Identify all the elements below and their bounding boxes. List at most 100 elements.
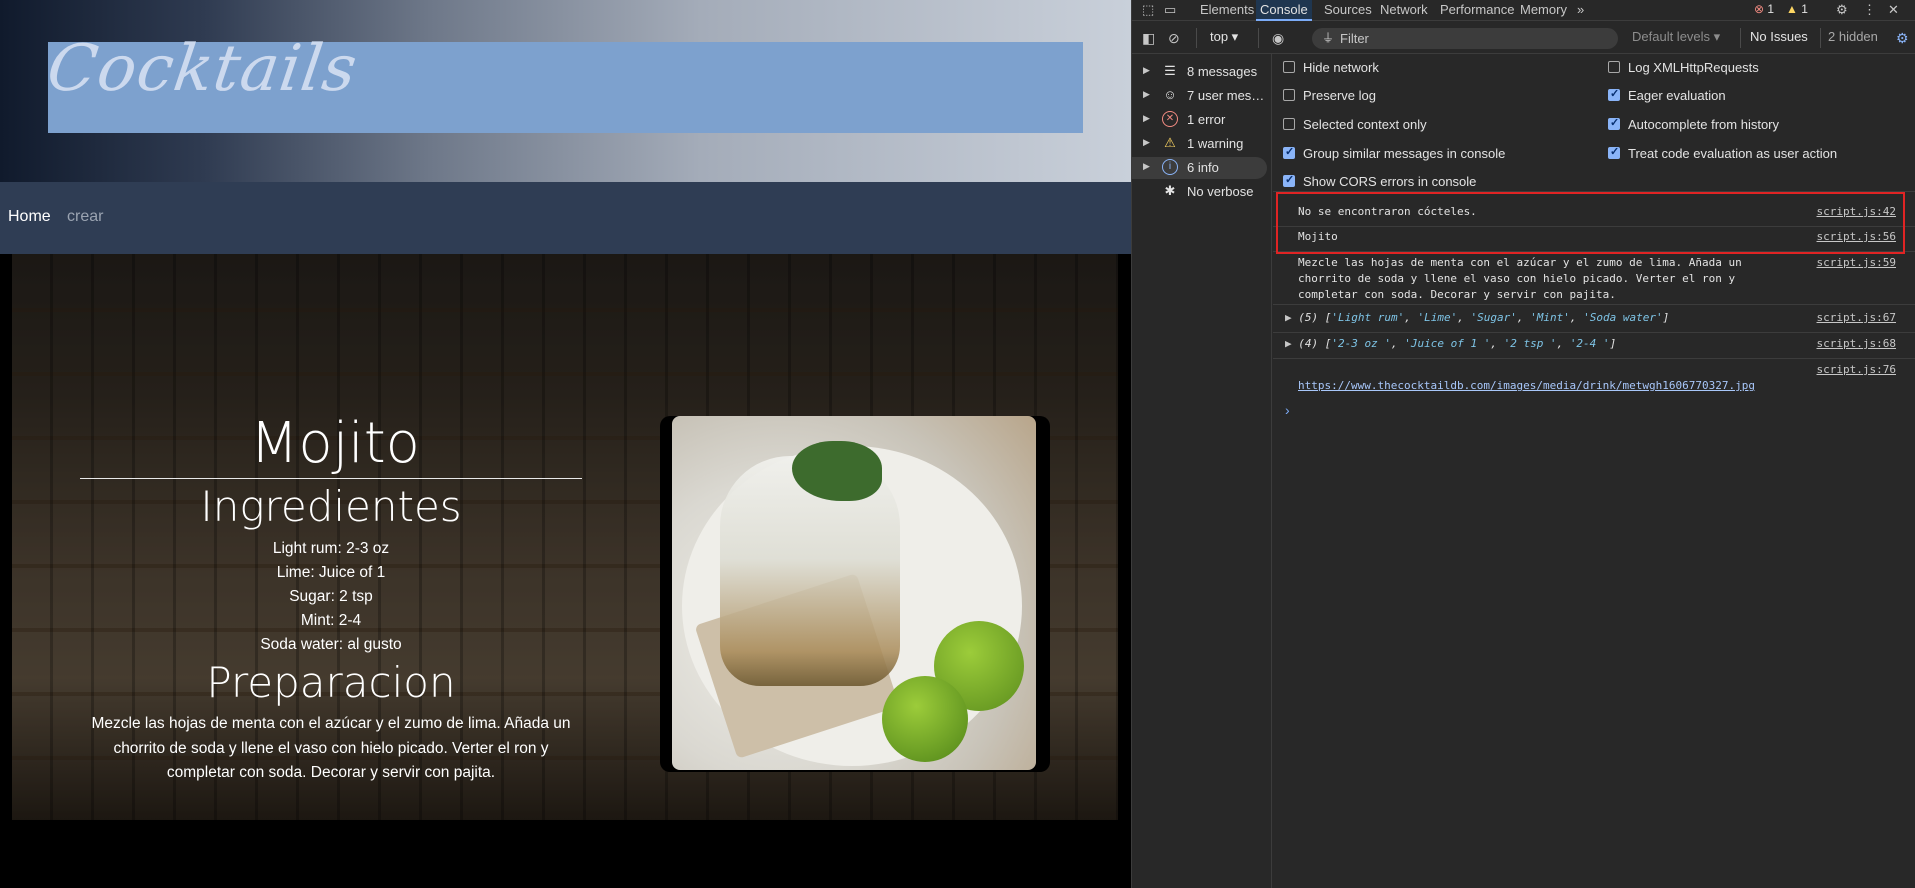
checkbox-box[interactable] bbox=[1608, 145, 1620, 159]
ingredient-item: Sugar: 2 tsp bbox=[289, 588, 373, 605]
filter-input[interactable]: ⏚ Filter bbox=[1312, 28, 1618, 49]
array-count: (4) bbox=[1298, 337, 1319, 350]
checkbox-box[interactable] bbox=[1608, 116, 1620, 130]
warning-count: 1 bbox=[1801, 2, 1808, 16]
site-logo[interactable]: Cocktails bbox=[43, 32, 362, 106]
expand-arrow-icon[interactable]: ▶ bbox=[1143, 161, 1150, 172]
array-item: 'Sugar' bbox=[1470, 311, 1517, 324]
array-item: 'Mint' bbox=[1530, 311, 1570, 324]
drink-image bbox=[672, 416, 1036, 770]
live-expression-eye-icon[interactable]: ◉ bbox=[1272, 30, 1284, 47]
array-item: '2 tsp ' bbox=[1503, 337, 1557, 350]
checkbox-label: Log XMLHttpRequests bbox=[1628, 60, 1759, 75]
sidebar-item-label: 6 info bbox=[1187, 160, 1219, 175]
drink-detail: Mojito Ingredientes Light rum: 2-3 oz Li… bbox=[12, 254, 1118, 820]
source-link[interactable]: script.js:59 bbox=[1817, 255, 1896, 271]
ingredients-list: Light rum: 2-3 oz Lime: Juice of 1 Sugar… bbox=[80, 537, 582, 657]
error-icon: ✕ bbox=[1162, 111, 1178, 127]
checkbox-box[interactable] bbox=[1283, 173, 1295, 187]
error-count-badge[interactable]: ⊗ 1 bbox=[1754, 2, 1774, 16]
devtools-tabbar: ⬚ ▭ Elements Console Sources Network Per… bbox=[1132, 0, 1915, 21]
toolbar-separator bbox=[1820, 28, 1821, 48]
checkbox-label: Preserve log bbox=[1303, 88, 1376, 103]
sidebar-item-label: 8 messages bbox=[1187, 64, 1258, 79]
console-array-message[interactable]: ▶ (4) ['2-3 oz ', 'Juice of 1 ', '2 tsp … bbox=[1273, 336, 1915, 362]
console-prompt[interactable]: › bbox=[1285, 402, 1290, 418]
sidebar-item-verbose[interactable]: ✱ No verbose bbox=[1132, 181, 1267, 203]
page-margin bbox=[0, 254, 12, 820]
console-settings-icon[interactable]: ⚙ bbox=[1896, 30, 1909, 47]
checkbox-box[interactable] bbox=[1608, 61, 1620, 73]
nav-crear-link[interactable]: crear bbox=[67, 208, 103, 226]
sidebar-item-info[interactable]: ▶ i 6 info bbox=[1132, 157, 1267, 179]
webpage: Cocktails Home crear Mojito Ingredientes… bbox=[0, 0, 1131, 888]
issues-button[interactable]: No Issues bbox=[1750, 29, 1808, 44]
console-array-message[interactable]: ▶ (5) ['Light rum', 'Lime', 'Sugar', 'Mi… bbox=[1273, 310, 1915, 336]
expand-arrow-icon[interactable]: ▶ bbox=[1285, 337, 1292, 350]
array-item: '2-3 oz ' bbox=[1331, 337, 1391, 350]
checkbox-box[interactable] bbox=[1283, 145, 1295, 159]
checkbox-box[interactable] bbox=[1283, 89, 1295, 101]
tab-elements[interactable]: Elements bbox=[1196, 0, 1258, 21]
console-toolbar: ◧ ⊘ top ▾ ◉ ⏚ Filter Default levels ▾ No… bbox=[1132, 22, 1915, 54]
console-message: https://www.thecocktaildb.com/images/med… bbox=[1273, 362, 1915, 396]
sidebar-item-messages[interactable]: ▶ ☰ 8 messages bbox=[1132, 61, 1267, 83]
image-url-link[interactable]: https://www.thecocktaildb.com/images/med… bbox=[1298, 378, 1858, 394]
sidebar-item-warnings[interactable]: ▶ ⚠ 1 warning bbox=[1132, 133, 1267, 155]
checkbox-box[interactable] bbox=[1283, 118, 1295, 130]
clear-console-icon[interactable]: ⊘ bbox=[1168, 30, 1180, 47]
context-selector[interactable]: top ▾ bbox=[1210, 29, 1238, 45]
error-count: 1 bbox=[1767, 2, 1775, 16]
sidebar-toggle-icon[interactable]: ◧ bbox=[1142, 30, 1155, 47]
array-item: 'Juice of 1 ' bbox=[1404, 337, 1491, 350]
source-link[interactable]: script.js:68 bbox=[1817, 336, 1896, 352]
expand-arrow-icon[interactable]: ▶ bbox=[1143, 65, 1150, 76]
checkbox-label: Treat code evaluation as user action bbox=[1628, 146, 1838, 161]
nav-home-link[interactable]: Home bbox=[8, 208, 51, 226]
drink-title: Mojito bbox=[250, 411, 420, 476]
source-link[interactable]: script.js:67 bbox=[1817, 310, 1896, 326]
checkbox-label: Hide network bbox=[1303, 60, 1379, 75]
settings-gear-icon[interactable]: ⚙ bbox=[1836, 2, 1848, 18]
array-preview: ▶ (5) ['Light rum', 'Lime', 'Sugar', 'Mi… bbox=[1285, 311, 1670, 324]
warning-count-badge[interactable]: ▲ 1 bbox=[1786, 2, 1808, 16]
checkbox-box[interactable] bbox=[1283, 61, 1295, 73]
tab-console[interactable]: Console bbox=[1256, 0, 1312, 21]
sidebar-item-label: 7 user mes… bbox=[1187, 88, 1265, 103]
bug-icon: ✱ bbox=[1164, 183, 1176, 198]
tab-sources[interactable]: Sources bbox=[1320, 0, 1376, 21]
list-icon: ☰ bbox=[1164, 63, 1176, 78]
tab-network[interactable]: Network bbox=[1376, 0, 1432, 21]
more-tabs-icon[interactable]: » bbox=[1577, 2, 1584, 17]
more-options-icon[interactable]: ⋮ bbox=[1863, 2, 1876, 18]
message-separator bbox=[1273, 358, 1915, 359]
filter-placeholder: Filter bbox=[1340, 31, 1369, 46]
sidebar-item-user-messages[interactable]: ▶ ☺ 7 user mes… bbox=[1132, 85, 1267, 107]
sidebar-item-errors[interactable]: ▶ ✕ 1 error bbox=[1132, 109, 1267, 131]
toolbar-separator bbox=[1740, 28, 1741, 48]
expand-arrow-icon[interactable]: ▶ bbox=[1143, 89, 1150, 100]
inspect-element-icon[interactable]: ⬚ bbox=[1142, 2, 1154, 18]
tab-memory[interactable]: Memory bbox=[1516, 0, 1571, 21]
ingredients-heading: Ingredientes bbox=[200, 482, 462, 531]
device-toolbar-icon[interactable]: ▭ bbox=[1164, 2, 1176, 18]
toolbar-separator bbox=[1258, 28, 1259, 48]
user-icon: ☺ bbox=[1163, 87, 1177, 102]
sidebar-item-label: No verbose bbox=[1187, 184, 1254, 199]
array-item: 'Soda water' bbox=[1583, 311, 1663, 324]
source-link[interactable]: script.js:76 bbox=[1817, 362, 1896, 378]
console-settings: Hide network Preserve log Selected conte… bbox=[1273, 54, 1915, 192]
red-highlight-box bbox=[1276, 192, 1905, 254]
tab-performance[interactable]: Performance bbox=[1436, 0, 1518, 21]
expand-arrow-icon[interactable]: ▶ bbox=[1143, 113, 1150, 124]
expand-arrow-icon[interactable]: ▶ bbox=[1143, 137, 1150, 148]
console-message: Mezcle las hojas de menta con el azúcar … bbox=[1273, 255, 1915, 305]
log-levels-dropdown[interactable]: Default levels ▾ bbox=[1632, 29, 1720, 45]
hero-banner: Cocktails bbox=[0, 0, 1131, 182]
checkbox-box[interactable] bbox=[1608, 87, 1620, 101]
ingredient-item: Lime: Juice of 1 bbox=[276, 564, 386, 581]
close-devtools-icon[interactable]: ✕ bbox=[1888, 2, 1899, 18]
checkbox-label: Selected context only bbox=[1303, 117, 1427, 132]
expand-arrow-icon[interactable]: ▶ bbox=[1285, 311, 1292, 324]
array-item: '2-4 ' bbox=[1569, 337, 1610, 350]
